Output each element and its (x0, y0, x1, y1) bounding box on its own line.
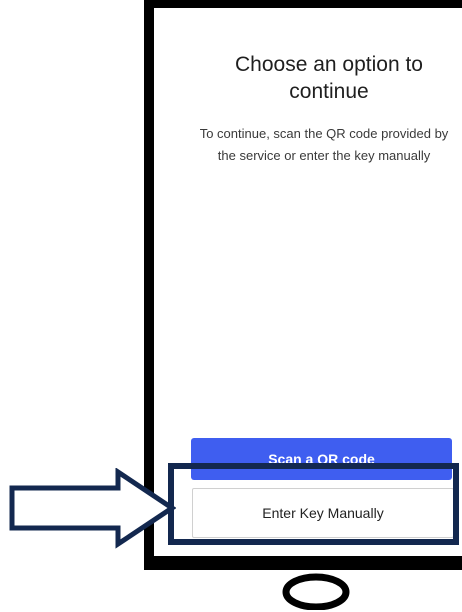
page-description: To continue, scan the QR code provided b… (199, 126, 449, 163)
right-arrow-icon (9, 468, 176, 549)
enter-key-manually-button[interactable]: Enter Key Manually (192, 488, 454, 538)
phone-frame: Choose an option to continue To continue… (144, 0, 462, 570)
app-screen: Choose an option to continue To continue… (164, 16, 454, 542)
home-button-icon (282, 573, 350, 610)
scan-qr-code-button[interactable]: Scan a QR code (191, 438, 452, 480)
page-title: Choose an option to continue (235, 53, 423, 103)
